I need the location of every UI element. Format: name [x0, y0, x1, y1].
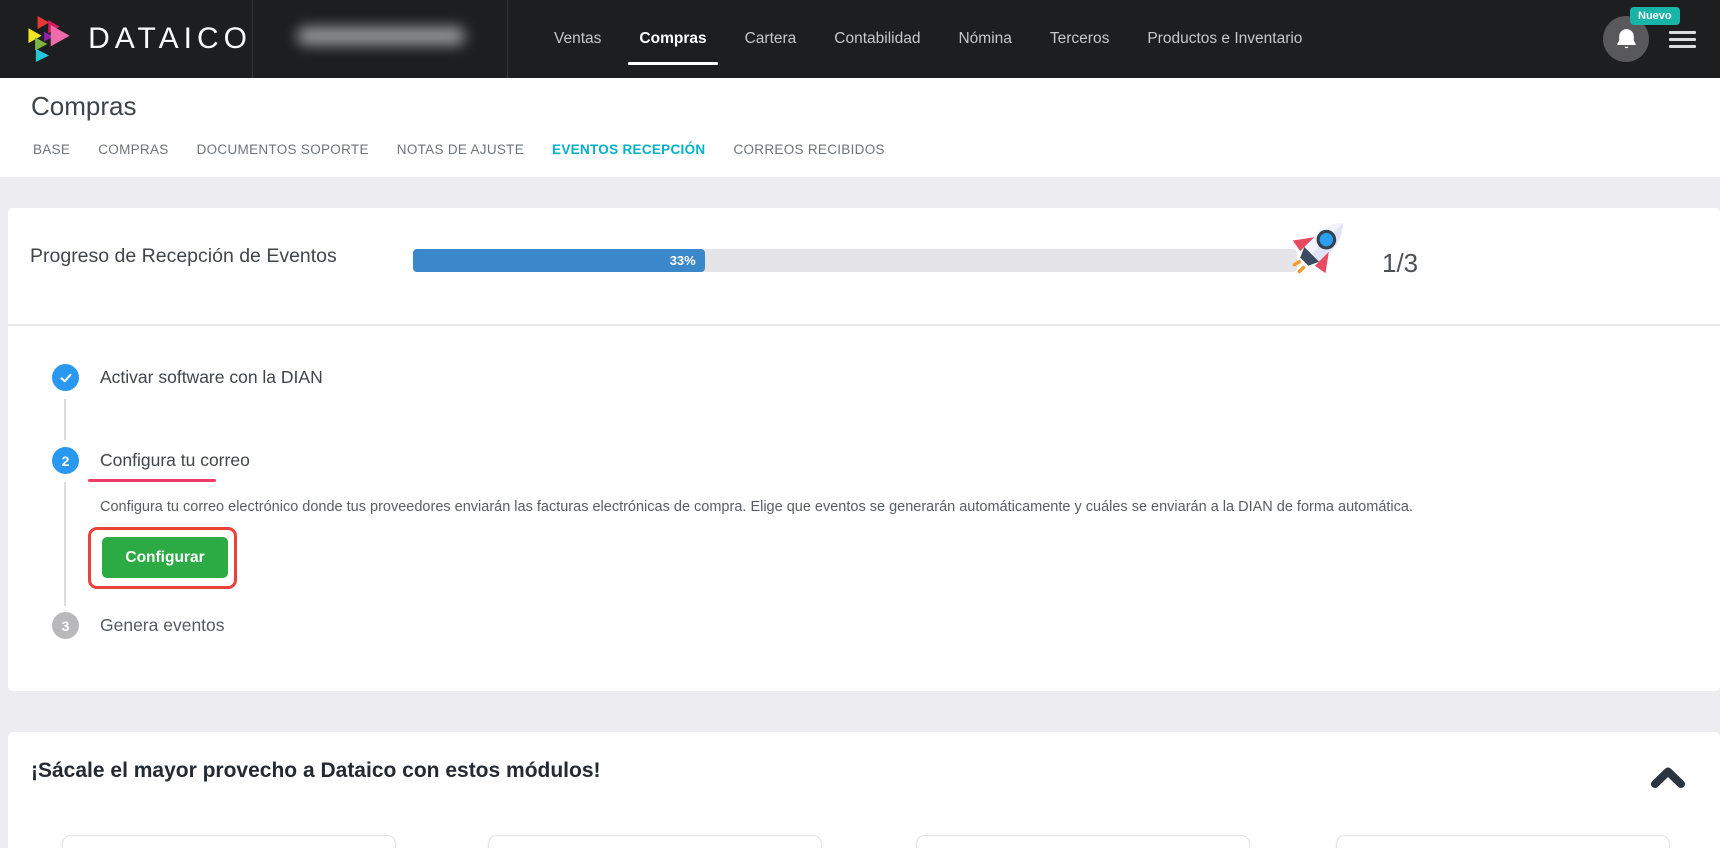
menu-button[interactable]	[1669, 27, 1696, 52]
nav-item-nomina[interactable]: Nómina	[958, 0, 1011, 78]
app-window: DATAICO Ventas Compras Cartera Contabili…	[0, 0, 1720, 848]
tab-documentos-soporte[interactable]: DOCUMENTOS SOPORTE	[197, 142, 369, 157]
progress-fraction: 1/3	[1382, 248, 1418, 279]
check-icon	[58, 370, 74, 386]
module-card[interactable]	[62, 835, 396, 848]
progress-label: Progreso de Recepción de Eventos	[30, 245, 337, 268]
panel-divider	[8, 324, 1720, 326]
tab-notas-de-ajuste[interactable]: NOTAS DE AJUSTE	[397, 142, 524, 157]
brand-home-link[interactable]: DATAICO	[0, 10, 252, 68]
new-badge: Nuevo	[1630, 7, 1680, 25]
collapse-section-button[interactable]	[1648, 762, 1688, 792]
navbar-divider	[507, 0, 508, 78]
progress-bar-fill: 33%	[413, 249, 705, 272]
step1-done-indicator	[52, 364, 79, 391]
navbar-right: Nuevo	[1603, 16, 1720, 62]
hamburger-icon	[1669, 31, 1696, 34]
module-card[interactable]	[488, 835, 822, 848]
nav-item-compras[interactable]: Compras	[639, 0, 706, 78]
tab-compras[interactable]: COMPRAS	[98, 142, 168, 157]
progress-bar: 33%	[413, 249, 1297, 272]
dataico-logo-icon	[26, 10, 72, 68]
sub-tabs: BASE COMPRAS DOCUMENTOS SOPORTE NOTAS DE…	[33, 142, 885, 157]
bell-icon	[1614, 27, 1639, 52]
nav-item-terceros[interactable]: Terceros	[1050, 0, 1109, 78]
tab-base[interactable]: BASE	[33, 142, 70, 157]
page-title: Compras	[31, 91, 136, 122]
events-progress-panel: Progreso de Recepción de Eventos 33% 1/3…	[8, 208, 1720, 691]
nav-item-cartera[interactable]: Cartera	[745, 0, 797, 78]
nav-item-ventas[interactable]: Ventas	[554, 0, 601, 78]
step3-number: 3	[52, 612, 79, 639]
brand-name: DATAICO	[88, 22, 252, 56]
company-name-blurred[interactable]	[253, 0, 507, 78]
nav-item-productos-inventario[interactable]: Productos e Inventario	[1147, 0, 1302, 78]
step-connector	[64, 399, 66, 440]
top-navbar: DATAICO Ventas Compras Cartera Contabili…	[0, 0, 1720, 78]
progress-percent: 33%	[670, 253, 696, 268]
page-header: Compras BASE COMPRAS DOCUMENTOS SOPORTE …	[0, 78, 1720, 177]
main-nav: Ventas Compras Cartera Contabilidad Nómi…	[554, 0, 1302, 78]
tab-eventos-recepcion[interactable]: EVENTOS RECEPCIÓN	[552, 142, 705, 157]
step2-pink-underline	[88, 479, 216, 482]
step3-label: Genera eventos	[100, 615, 225, 636]
rocket-icon	[1267, 195, 1372, 300]
nav-item-contabilidad[interactable]: Contabilidad	[834, 0, 920, 78]
chevron-up-icon	[1648, 762, 1688, 792]
company-name-redacted	[297, 27, 465, 45]
configure-button[interactable]: Configurar	[102, 537, 228, 578]
step-connector	[64, 482, 66, 606]
tab-correos-recibidos[interactable]: CORREOS RECIBIDOS	[733, 142, 884, 157]
modules-heading: ¡Sácale el mayor provecho a Dataico con …	[31, 759, 601, 783]
step2-label: Configura tu correo	[100, 450, 250, 471]
modules-panel: ¡Sácale el mayor provecho a Dataico con …	[8, 732, 1720, 848]
step1-label: Activar software con la DIAN	[100, 367, 323, 388]
notifications-button[interactable]: Nuevo	[1603, 16, 1649, 62]
module-card[interactable]	[916, 835, 1250, 848]
step2-description: Configura tu correo electrónico donde tu…	[100, 497, 1460, 517]
step2-number: 2	[52, 447, 79, 474]
module-card[interactable]	[1336, 835, 1670, 848]
